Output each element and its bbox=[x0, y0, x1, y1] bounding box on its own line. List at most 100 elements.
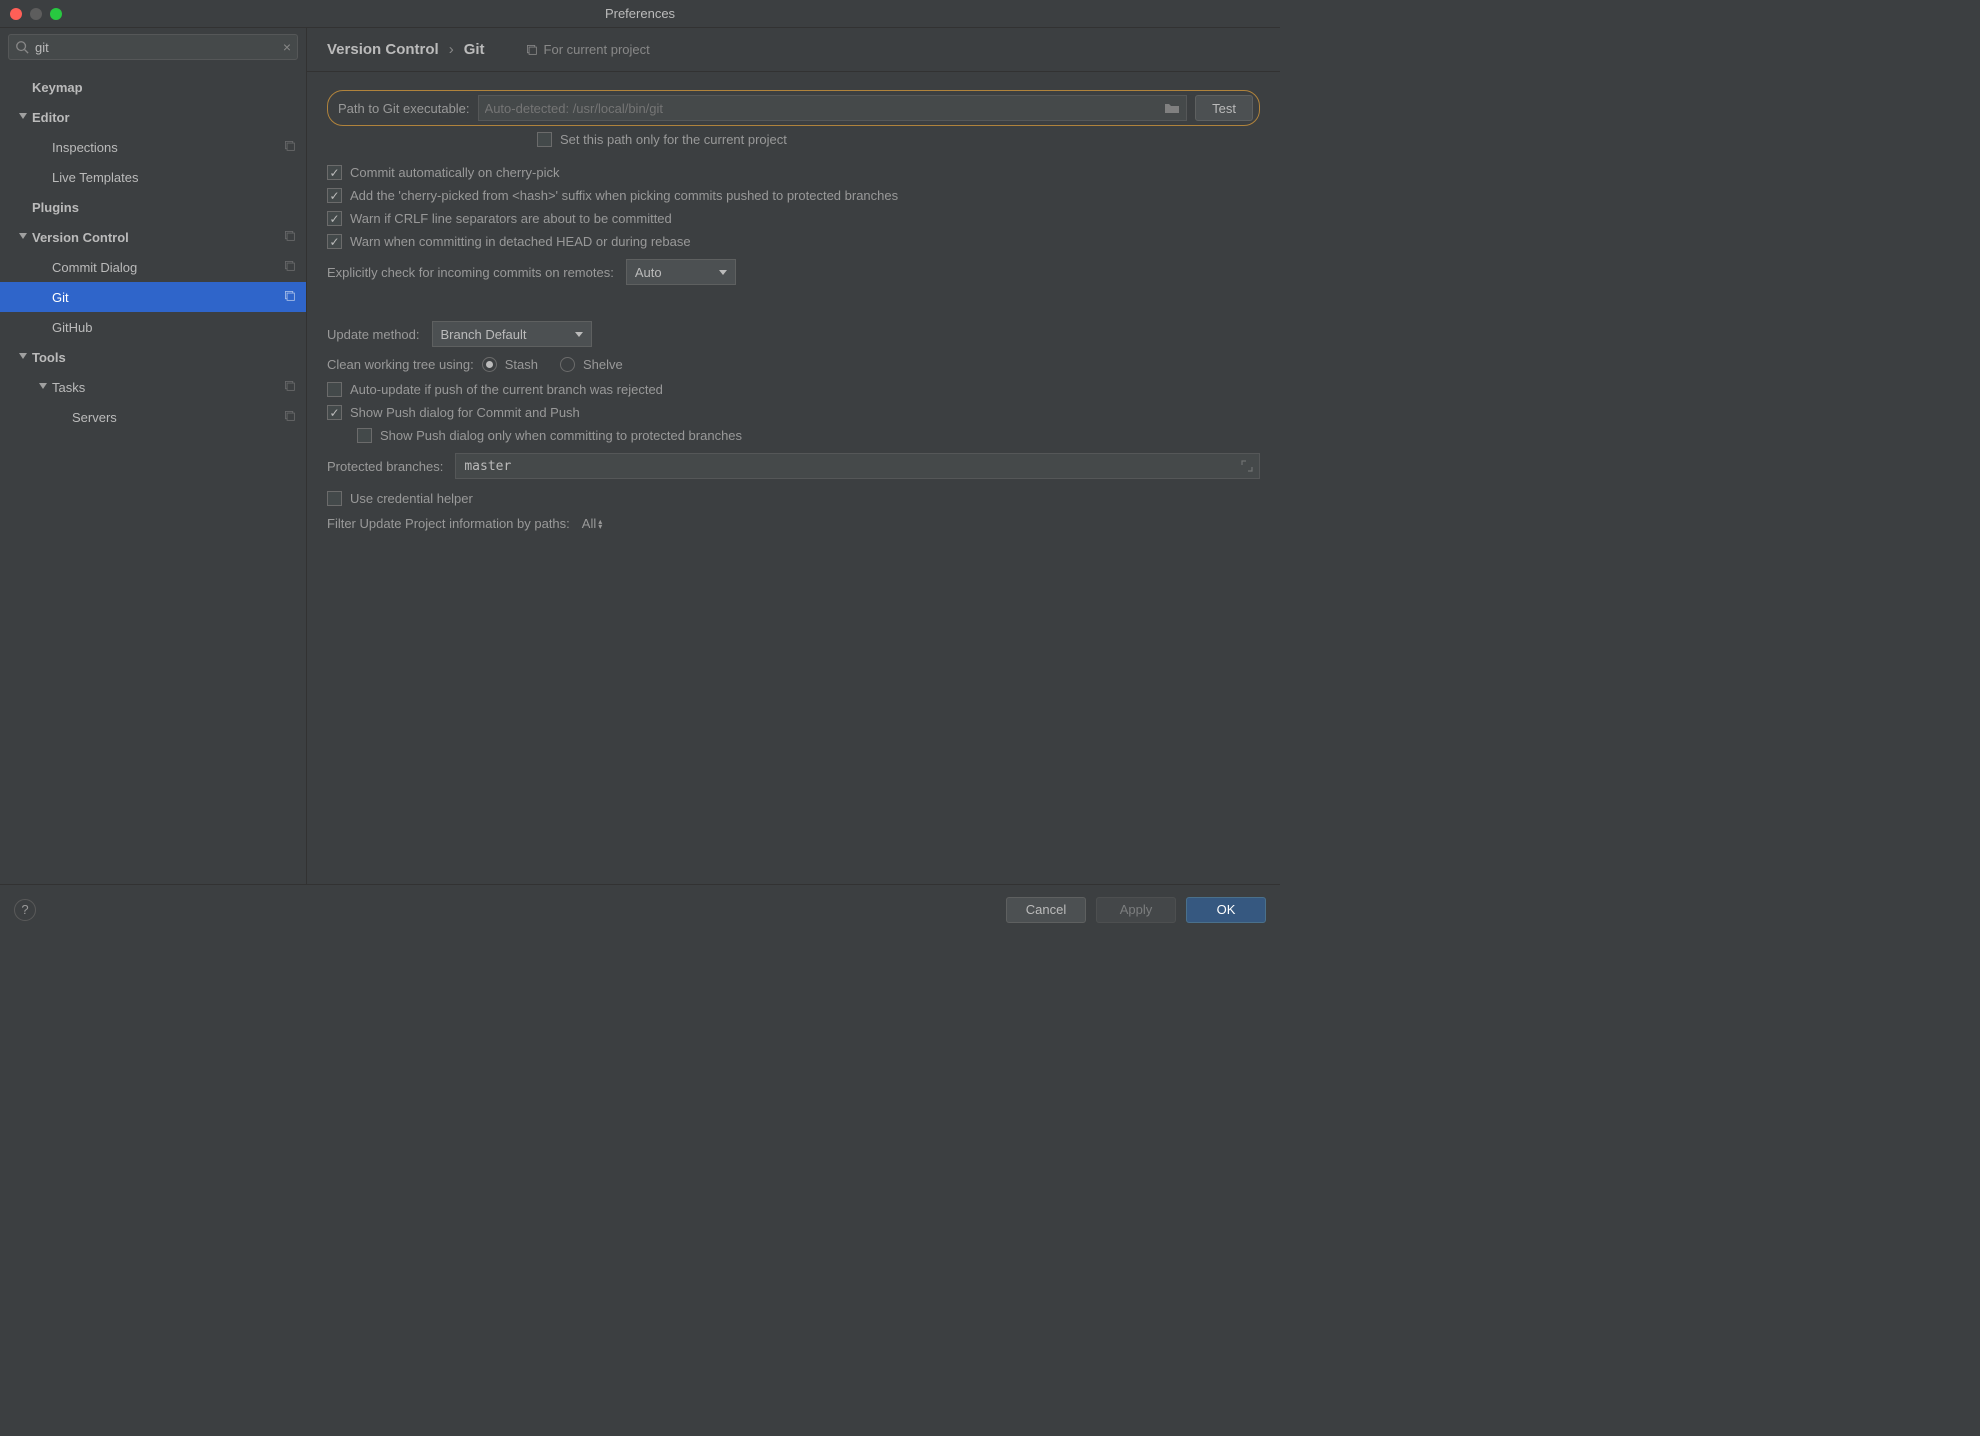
git-path-row: Path to Git executable: Test bbox=[327, 90, 1260, 126]
option-checkbox[interactable] bbox=[327, 234, 342, 249]
chevron-right-icon: › bbox=[449, 41, 454, 58]
show-push-protected-checkbox[interactable] bbox=[357, 428, 372, 443]
option-label: Warn if CRLF line separators are about t… bbox=[350, 211, 672, 226]
shelve-radio[interactable] bbox=[560, 357, 575, 372]
option-checkbox[interactable] bbox=[327, 211, 342, 226]
project-scope-hint: For current project bbox=[525, 42, 650, 57]
apply-button[interactable]: Apply bbox=[1096, 897, 1176, 923]
sidebar: × Keymap Editor Inspections Live Templates P… bbox=[0, 28, 307, 884]
tree-item-inspections[interactable]: Inspections bbox=[0, 132, 306, 162]
tree-item-label: Plugins bbox=[32, 200, 79, 215]
expand-icon[interactable] bbox=[1241, 460, 1253, 472]
clear-search-icon[interactable]: × bbox=[283, 39, 291, 55]
shelve-label: Shelve bbox=[583, 357, 623, 372]
option-row: Commit automatically on cherry-pick bbox=[327, 165, 1260, 180]
filter-paths-value[interactable]: All ▴▾ bbox=[582, 516, 602, 531]
tree-item-label: Version Control bbox=[32, 230, 129, 245]
project-scope-icon bbox=[283, 379, 296, 395]
protected-branches-input[interactable] bbox=[464, 459, 1251, 474]
maximize-icon[interactable] bbox=[50, 8, 62, 20]
tree-item-servers[interactable]: Servers bbox=[0, 402, 306, 432]
breadcrumb-current: Git bbox=[464, 41, 485, 58]
option-row: Add the 'cherry-picked from <hash>' suff… bbox=[327, 188, 1260, 203]
option-label: Add the 'cherry-picked from <hash>' suff… bbox=[350, 188, 898, 203]
tree-item-tools[interactable]: Tools bbox=[0, 342, 306, 372]
remotes-check-select[interactable]: Auto bbox=[626, 259, 736, 285]
tree-item-keymap[interactable]: Keymap bbox=[0, 72, 306, 102]
stepper-icon: ▴▾ bbox=[598, 519, 602, 529]
test-button[interactable]: Test bbox=[1195, 95, 1253, 121]
option-row: Warn when committing in detached HEAD or… bbox=[327, 234, 1260, 249]
remotes-check-label: Explicitly check for incoming commits on… bbox=[327, 265, 614, 280]
tree-item-label: Keymap bbox=[32, 80, 83, 95]
tree-item-label: Tasks bbox=[52, 380, 85, 395]
search-input-wrap[interactable]: × bbox=[8, 34, 298, 60]
show-push-protected-label: Show Push dialog only when committing to… bbox=[380, 428, 742, 443]
protected-branches-label: Protected branches: bbox=[327, 459, 443, 474]
tree-item-label: Editor bbox=[32, 110, 70, 125]
ok-button[interactable]: OK bbox=[1186, 897, 1266, 923]
expand-icon bbox=[16, 113, 30, 121]
tree-item-label: Inspections bbox=[52, 140, 118, 155]
path-per-project-checkbox[interactable] bbox=[537, 132, 552, 147]
tree-item-label: Tools bbox=[32, 350, 66, 365]
update-method-label: Update method: bbox=[327, 327, 420, 342]
path-per-project-label: Set this path only for the current proje… bbox=[560, 132, 787, 147]
protected-branches-input-wrap[interactable] bbox=[455, 453, 1260, 479]
option-checkbox[interactable] bbox=[327, 188, 342, 203]
git-path-input-wrap[interactable] bbox=[478, 95, 1188, 121]
tree-item-editor[interactable]: Editor bbox=[0, 102, 306, 132]
settings-tree: Keymap Editor Inspections Live Templates Plu… bbox=[0, 68, 306, 884]
stash-label: Stash bbox=[505, 357, 538, 372]
tree-item-label: Commit Dialog bbox=[52, 260, 137, 275]
credential-helper-checkbox[interactable] bbox=[327, 491, 342, 506]
project-scope-icon bbox=[283, 139, 296, 155]
breadcrumb: Version Control › Git bbox=[327, 41, 485, 58]
tree-item-git[interactable]: Git bbox=[0, 282, 306, 312]
update-method-select[interactable]: Branch Default bbox=[432, 321, 592, 347]
option-checkbox[interactable] bbox=[327, 165, 342, 180]
stash-radio[interactable] bbox=[482, 357, 497, 372]
cancel-button[interactable]: Cancel bbox=[1006, 897, 1086, 923]
tree-item-commit-dialog[interactable]: Commit Dialog bbox=[0, 252, 306, 282]
tree-item-label: GitHub bbox=[52, 320, 92, 335]
option-label: Warn when committing in detached HEAD or… bbox=[350, 234, 691, 249]
project-scope-icon bbox=[283, 409, 296, 425]
show-push-dialog-checkbox[interactable] bbox=[327, 405, 342, 420]
clean-tree-label: Clean working tree using: bbox=[327, 357, 474, 372]
git-path-input[interactable] bbox=[485, 101, 1165, 116]
auto-update-push-checkbox[interactable] bbox=[327, 382, 342, 397]
close-icon[interactable] bbox=[10, 8, 22, 20]
titlebar: Preferences bbox=[0, 0, 1280, 28]
project-scope-icon bbox=[283, 289, 296, 305]
credential-helper-label: Use credential helper bbox=[350, 491, 473, 506]
tree-item-plugins[interactable]: Plugins bbox=[0, 192, 306, 222]
tree-item-label: Servers bbox=[72, 410, 117, 425]
tree-item-tasks[interactable]: Tasks bbox=[0, 372, 306, 402]
tree-item-label: Git bbox=[52, 290, 69, 305]
filter-paths-label: Filter Update Project information by pat… bbox=[327, 516, 570, 531]
tree-item-label: Live Templates bbox=[52, 170, 138, 185]
window-controls bbox=[0, 8, 62, 20]
tree-item-version-control[interactable]: Version Control bbox=[0, 222, 306, 252]
option-label: Commit automatically on cherry-pick bbox=[350, 165, 560, 180]
copy-icon bbox=[525, 43, 538, 56]
tree-item-github[interactable]: GitHub bbox=[0, 312, 306, 342]
main-panel: Version Control › Git For current projec… bbox=[307, 28, 1280, 884]
git-path-label: Path to Git executable: bbox=[338, 101, 470, 116]
search-input[interactable] bbox=[29, 40, 283, 55]
breadcrumb-parent[interactable]: Version Control bbox=[327, 41, 439, 58]
auto-update-push-label: Auto-update if push of the current branc… bbox=[350, 382, 663, 397]
help-button[interactable]: ? bbox=[14, 899, 36, 921]
folder-icon[interactable] bbox=[1164, 101, 1180, 115]
search-icon bbox=[15, 40, 29, 54]
option-row: Warn if CRLF line separators are about t… bbox=[327, 211, 1260, 226]
footer: ? Cancel Apply OK bbox=[0, 884, 1280, 934]
chevron-down-icon bbox=[719, 270, 727, 275]
minimize-icon[interactable] bbox=[30, 8, 42, 20]
expand-icon bbox=[16, 233, 30, 241]
tree-item-live-templates[interactable]: Live Templates bbox=[0, 162, 306, 192]
chevron-down-icon bbox=[575, 332, 583, 337]
expand-icon bbox=[16, 353, 30, 361]
project-scope-icon bbox=[283, 259, 296, 275]
